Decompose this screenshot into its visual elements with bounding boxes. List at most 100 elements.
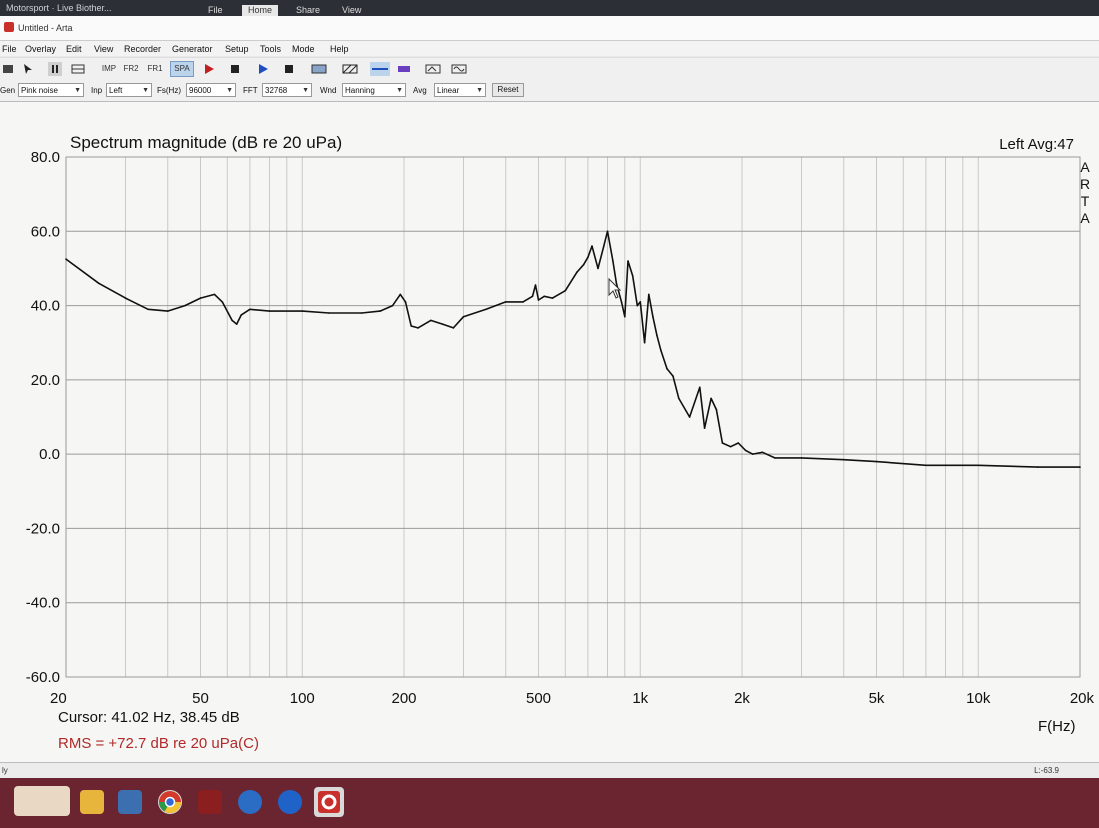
host-window-strip: Motorsport · Live Biother... File Home S… <box>0 0 1099 16</box>
trace-point <box>620 301 623 303</box>
ring-app-icon[interactable] <box>238 790 262 814</box>
trace-point <box>639 301 642 303</box>
explorer-tab-home[interactable]: Home <box>242 5 279 16</box>
fr2-mode-button[interactable]: FR2 <box>122 62 140 76</box>
pause-icon[interactable] <box>48 62 62 76</box>
trace-point <box>391 304 394 307</box>
cursor-link-icon[interactable] <box>370 62 390 76</box>
chevron-down-icon: ▼ <box>302 87 309 94</box>
menu-help[interactable]: Help <box>330 44 349 54</box>
trace-point <box>1037 466 1039 468</box>
menu-overlay[interactable]: Overlay <box>25 44 56 54</box>
chevron-down-icon: ▼ <box>142 87 149 94</box>
x-tick-label: 500 <box>526 690 551 707</box>
window-function-select[interactable]: Hanning ▼ <box>342 83 406 97</box>
menu-mode[interactable]: Mode <box>292 44 315 54</box>
stop-icon-2[interactable] <box>282 62 296 76</box>
play-blue-icon[interactable] <box>256 62 270 76</box>
trace-point <box>379 310 381 312</box>
menu-edit[interactable]: Edit <box>66 44 82 54</box>
input-channel-select[interactable]: Left ▼ <box>106 83 152 97</box>
spa-mode-button[interactable]: SPA <box>170 61 194 77</box>
spectrum-plot-panel[interactable]: Spectrum magnitude (dB re 20 uPa) Left A… <box>0 102 1099 762</box>
trace-point <box>631 275 634 277</box>
generator-select[interactable]: Pink noise ▼ <box>18 83 84 97</box>
menu-recorder[interactable]: Recorder <box>124 44 161 54</box>
sample-rate-value: 96000 <box>189 86 212 95</box>
chevron-down-icon: ▼ <box>226 87 233 94</box>
arta-taskbar-icon[interactable] <box>314 787 344 817</box>
start-button[interactable] <box>14 786 70 816</box>
x-tick-label: 10k <box>966 690 991 707</box>
y-tick-label: 20.0 <box>31 372 60 389</box>
grid-view-icon[interactable] <box>70 62 86 76</box>
grid-layer <box>65 156 1081 678</box>
hatch-icon[interactable] <box>342 62 358 76</box>
fft-size-select[interactable]: 32768 ▼ <box>262 83 312 97</box>
fft-label: FFT <box>243 86 258 95</box>
menu-file[interactable]: File <box>2 44 17 54</box>
menu-setup[interactable]: Setup <box>225 44 249 54</box>
trace-point <box>688 416 691 418</box>
generator-icon[interactable] <box>424 62 442 76</box>
chrome-icon[interactable] <box>158 790 182 814</box>
spectrum-chart[interactable]: Spectrum magnitude (dB re 20 uPa) Left A… <box>0 102 1099 762</box>
trace-point <box>485 308 487 311</box>
help-app-icon[interactable] <box>278 790 302 814</box>
reset-button[interactable]: Reset <box>492 83 524 97</box>
trace-point <box>597 267 599 270</box>
trace-point <box>660 349 662 351</box>
chart-title: Spectrum magnitude (dB re 20 uPa) <box>70 133 342 152</box>
trace-point <box>249 308 251 311</box>
trace-point <box>636 304 639 307</box>
media-app-icon[interactable] <box>198 790 222 814</box>
sample-rate-select[interactable]: 96000 ▼ <box>186 83 236 97</box>
trace-point <box>522 301 524 303</box>
x-tick-label: 20 <box>50 690 67 707</box>
x-tick-label: 100 <box>290 690 315 707</box>
menu-generator[interactable]: Generator <box>172 44 213 54</box>
overlay-color-icon[interactable] <box>396 62 412 76</box>
x-tick-label: 20k <box>1070 690 1095 707</box>
trace-point <box>624 315 626 318</box>
sine-wave-icon[interactable] <box>450 62 468 76</box>
scope-icon[interactable] <box>310 62 328 76</box>
x-tick-label: 2k <box>734 690 750 707</box>
trace-point <box>761 451 764 454</box>
x-axis-label: F(Hz) <box>1038 718 1076 735</box>
input-channel-value: Left <box>109 86 123 95</box>
menu-view[interactable]: View <box>94 44 113 54</box>
trace-point <box>615 282 618 285</box>
trace-point <box>648 293 650 296</box>
trace-layer <box>65 230 1081 468</box>
record-play-red-icon[interactable] <box>202 62 216 76</box>
trace-point <box>543 295 546 298</box>
trace-point <box>672 375 674 377</box>
trace-point <box>591 245 593 247</box>
y-tick-label: -60.0 <box>26 669 60 686</box>
explorer-tab-file[interactable]: File <box>202 5 229 16</box>
file-explorer-icon[interactable] <box>80 790 104 814</box>
menu-tools[interactable]: Tools <box>260 44 281 54</box>
y-tick-label: 80.0 <box>31 149 60 166</box>
calculator-icon[interactable] <box>118 790 142 814</box>
os-taskbar <box>0 778 1099 828</box>
explorer-tab-view[interactable]: View <box>336 5 367 16</box>
averaging-select[interactable]: Linear ▼ <box>434 83 486 97</box>
trace-point <box>328 312 330 314</box>
trace-point <box>699 386 701 389</box>
trace-point <box>213 293 216 296</box>
trace-point <box>531 295 534 298</box>
pointer-icon[interactable] <box>22 62 34 76</box>
explorer-tab-share[interactable]: Share <box>290 5 326 16</box>
trace-point <box>612 260 614 262</box>
stop-icon[interactable] <box>228 62 242 76</box>
arta-letter-t: T <box>1081 193 1090 209</box>
fr1-mode-button[interactable]: FR1 <box>146 62 164 76</box>
measurement-options-bar: Gen Pink noise ▼ Inp Left ▼ Fs(Hz) 96000 ▼ … <box>0 81 1099 102</box>
trace-point <box>166 310 169 312</box>
imp-mode-button[interactable]: IMP <box>100 62 118 76</box>
open-icon[interactable] <box>2 62 14 76</box>
trace-point <box>361 312 363 314</box>
trace-point <box>800 457 803 459</box>
